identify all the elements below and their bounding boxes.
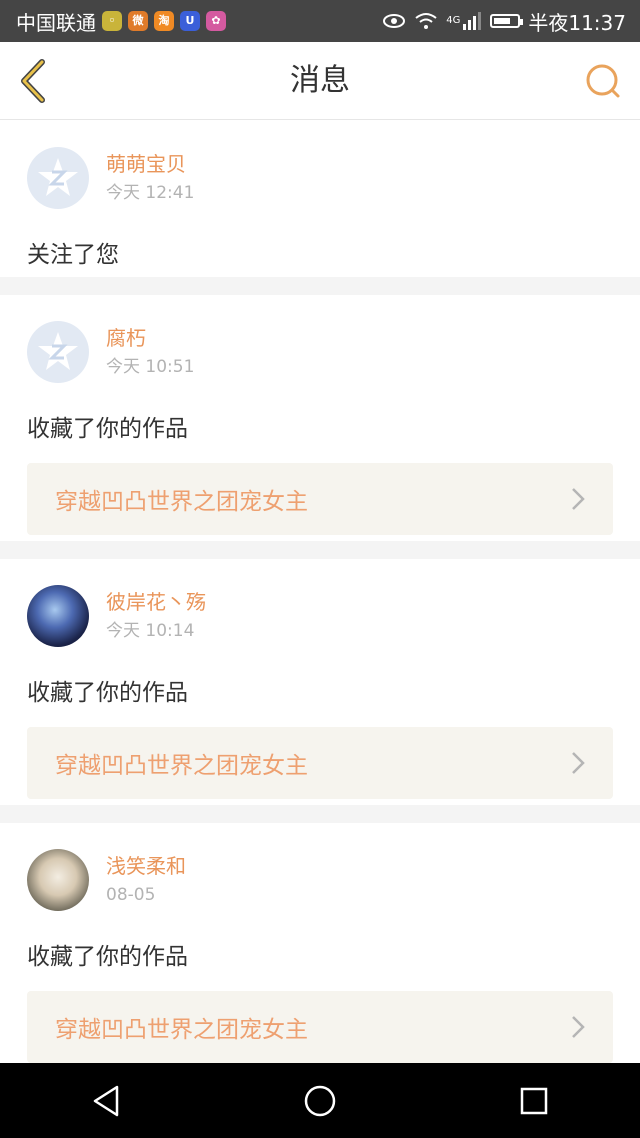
message-text: 收藏了你的作品 <box>27 416 188 442</box>
message-item[interactable]: 萌萌宝贝 今天 12:41 关注了您 <box>0 121 640 277</box>
user-info: 彼岸花丶殇 今天 10:14 <box>106 588 206 644</box>
message-item[interactable]: 腐朽 今天 10:51 收藏了你的作品 穿越凹凸世界之团宠女主 <box>0 295 640 541</box>
work-link[interactable]: 穿越凹凸世界之团宠女主 <box>27 727 613 799</box>
message-time: 今天 10:14 <box>106 621 195 641</box>
divider <box>0 541 640 559</box>
message-time: 今天 10:51 <box>106 357 195 377</box>
signal-icon <box>463 12 482 30</box>
work-link[interactable]: 穿越凹凸世界之团宠女主 <box>27 991 613 1063</box>
message-user-row: 浅笑柔和 08-05 <box>27 823 613 937</box>
username[interactable]: 浅笑柔和 <box>106 852 186 880</box>
message-user-row: 彼岸花丶殇 今天 10:14 <box>27 559 613 673</box>
message-time: 今天 12:41 <box>106 183 195 203</box>
default-avatar-icon <box>38 332 78 370</box>
clock-label: 半夜11:37 <box>528 10 626 35</box>
status-bar: 中国联通 ◦ 微 淘 U ✿ 4G 半夜11:37 <box>0 0 640 42</box>
back-chevron-icon <box>21 59 45 103</box>
search-icon <box>586 64 620 98</box>
recents-square-icon[interactable] <box>519 1086 549 1116</box>
message-user-row: 萌萌宝贝 今天 12:41 <box>27 121 613 235</box>
message-item[interactable]: 浅笑柔和 08-05 收藏了你的作品 穿越凹凸世界之团宠女主 <box>0 823 640 1069</box>
message-item[interactable]: 彼岸花丶殇 今天 10:14 收藏了你的作品 穿越凹凸世界之团宠女主 <box>0 559 640 805</box>
back-triangle-icon[interactable] <box>91 1084 121 1118</box>
header-bar: 消息 <box>0 42 640 120</box>
message-text: 关注了您 <box>27 242 119 268</box>
work-title: 穿越凹凸世界之团宠女主 <box>55 753 308 779</box>
carrier-label: 中国联通 <box>16 10 96 35</box>
system-nav-bar <box>0 1063 640 1138</box>
chevron-right-icon <box>572 1016 585 1038</box>
user-info: 浅笑柔和 08-05 <box>106 852 186 908</box>
username[interactable]: 萌萌宝贝 <box>106 150 194 178</box>
avatar[interactable] <box>27 321 89 383</box>
chevron-right-icon <box>572 488 585 510</box>
message-text: 收藏了你的作品 <box>27 944 188 970</box>
avatar[interactable] <box>27 849 89 911</box>
eye-icon <box>383 14 406 28</box>
back-button[interactable] <box>16 58 56 104</box>
divider <box>0 805 640 823</box>
user-info: 腐朽 今天 10:51 <box>106 324 194 380</box>
user-info: 萌萌宝贝 今天 12:41 <box>106 150 194 206</box>
message-list: 萌萌宝贝 今天 12:41 关注了您 腐朽 今天 10:51 收藏了你的作品 穿… <box>0 121 640 1069</box>
message-text: 收藏了你的作品 <box>27 680 188 706</box>
battery-icon <box>490 14 524 28</box>
work-title: 穿越凹凸世界之团宠女主 <box>55 1017 308 1043</box>
work-title: 穿越凹凸世界之团宠女主 <box>55 489 308 515</box>
wifi-icon <box>415 13 437 29</box>
default-avatar-icon <box>38 158 78 196</box>
weibo-app-icon: 微 <box>128 11 148 31</box>
avatar[interactable] <box>27 585 89 647</box>
message-app-icon: ◦ <box>102 11 122 31</box>
page-title: 消息 <box>290 63 350 98</box>
status-bar-right: 4G 半夜11:37 <box>382 7 640 36</box>
home-circle-icon[interactable] <box>303 1084 337 1118</box>
divider <box>0 277 640 295</box>
network-type-label: 4G <box>446 14 461 26</box>
avatar[interactable] <box>27 147 89 209</box>
uc-app-icon: U <box>180 11 200 31</box>
search-button[interactable] <box>584 62 624 102</box>
status-bar-left: 中国联通 ◦ 微 淘 U ✿ <box>0 7 226 36</box>
flower-app-icon: ✿ <box>206 11 226 31</box>
username[interactable]: 彼岸花丶殇 <box>106 588 206 616</box>
taobao-app-icon: 淘 <box>154 11 174 31</box>
chevron-right-icon <box>572 752 585 774</box>
message-time: 08-05 <box>106 885 156 905</box>
message-user-row: 腐朽 今天 10:51 <box>27 295 613 409</box>
work-link[interactable]: 穿越凹凸世界之团宠女主 <box>27 463 613 535</box>
username[interactable]: 腐朽 <box>106 324 194 352</box>
